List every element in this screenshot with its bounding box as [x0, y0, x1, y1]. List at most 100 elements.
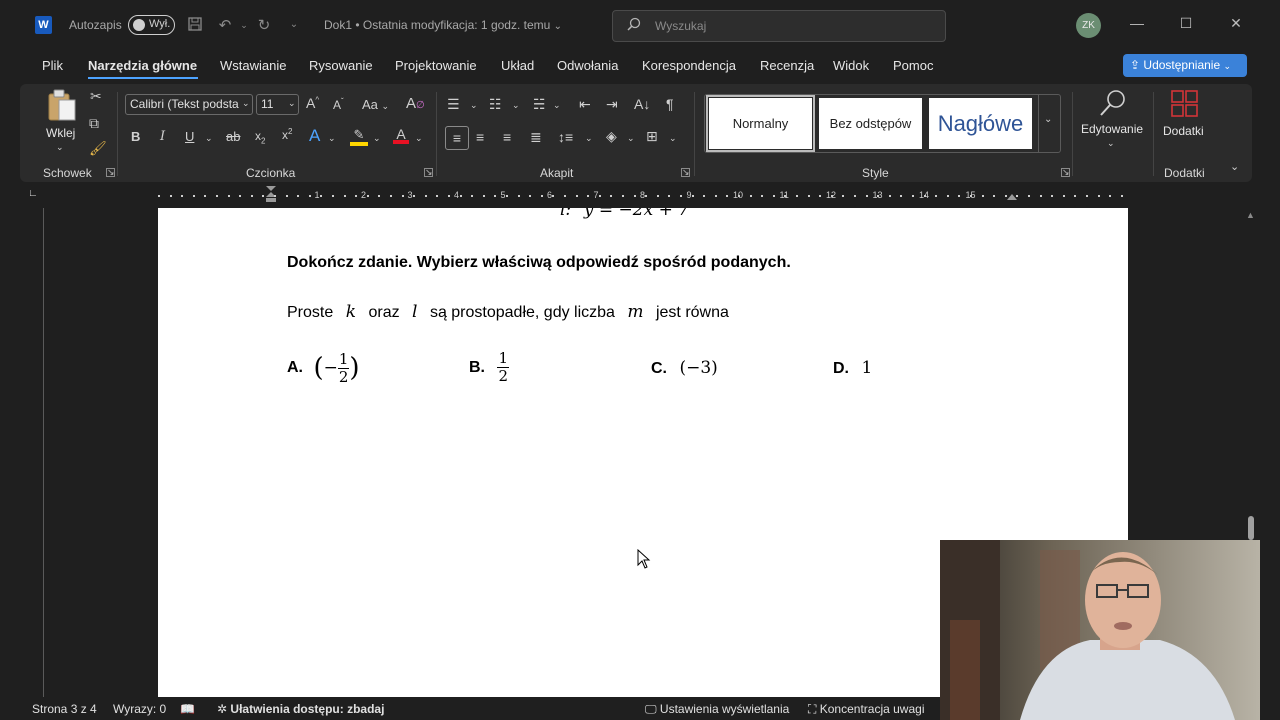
text-effects-icon[interactable]: A	[309, 126, 320, 146]
editing-label[interactable]: Edytowanie	[1081, 122, 1143, 136]
ruler-number: 1	[314, 190, 320, 200]
text-effects-dropdown-icon[interactable]: ⌄	[328, 133, 336, 144]
sort-icon[interactable]: A↓	[634, 96, 650, 112]
paste-icon[interactable]	[44, 88, 80, 125]
font-name-dropdown[interactable]: Calibri (Tekst podsta	[125, 94, 253, 115]
tab-draw[interactable]: Rysowanie	[309, 58, 373, 73]
underline-icon[interactable]: U	[185, 129, 194, 144]
tab-selector-icon[interactable]: ∟	[28, 188, 38, 199]
tab-file[interactable]: Plik	[42, 58, 63, 73]
underline-dropdown-icon[interactable]: ⌄	[205, 133, 213, 144]
close-icon[interactable]: ✕	[1226, 15, 1246, 32]
bullets-icon[interactable]: ☰	[447, 96, 460, 113]
highlight-dropdown-icon[interactable]: ⌄	[373, 133, 381, 144]
answer-d[interactable]: D. 1	[833, 348, 872, 388]
answer-a[interactable]: A. (− 1 2)	[287, 348, 360, 388]
vertical-scrollbar-thumb[interactable]	[1248, 516, 1254, 540]
tab-view[interactable]: Widok	[833, 58, 869, 73]
tab-design[interactable]: Projektowanie	[395, 58, 477, 73]
indent-marker-icon[interactable]	[265, 186, 277, 202]
display-settings[interactable]: 🖵 Ustawienia wyświetlania	[645, 702, 789, 717]
clear-formatting-icon[interactable]: A∅	[406, 95, 425, 112]
document-title[interactable]: Dok1 • Ostatnia modyfikacja: 1 godz. tem…	[324, 18, 562, 32]
paste-label[interactable]: Wklej	[46, 126, 75, 140]
tab-insert[interactable]: Wstawianie	[220, 58, 286, 73]
answer-c[interactable]: C. (−3)	[651, 348, 718, 388]
highlight-color-icon[interactable]: ✎	[350, 126, 368, 146]
search-box[interactable]: Wyszukaj	[612, 10, 946, 42]
tab-references[interactable]: Odwołania	[557, 58, 618, 73]
styles-launcher-icon[interactable]: ↘	[1061, 168, 1070, 177]
font-color-icon[interactable]: A	[393, 126, 409, 144]
style-normal[interactable]: Normalny	[706, 95, 815, 152]
cut-icon[interactable]: ✂	[90, 88, 102, 105]
editing-dropdown-icon[interactable]: ⌄	[1107, 138, 1115, 149]
paste-dropdown-icon[interactable]: ⌄	[56, 142, 64, 153]
styles-more-button[interactable]: ⌄	[1038, 94, 1061, 153]
copy-icon[interactable]: ⧉	[89, 115, 99, 132]
collapse-ribbon-icon[interactable]: ⌄	[1230, 160, 1239, 173]
tab-home[interactable]: Narzędzia główne	[88, 58, 197, 73]
page-count[interactable]: Strona 3 z 4	[32, 702, 97, 716]
numbering-dropdown-icon[interactable]: ⌄	[512, 100, 520, 111]
align-right-icon[interactable]: ≡	[503, 129, 511, 145]
save-icon[interactable]	[186, 16, 204, 36]
customize-toolbar-icon[interactable]: ⌄	[285, 19, 303, 30]
proofing-icon[interactable]: 📖	[180, 702, 195, 716]
decrease-indent-icon[interactable]: ⇤	[579, 96, 591, 113]
format-painter-icon[interactable]: 🖌	[89, 140, 107, 157]
style-no-spacing[interactable]: Bez odstępów	[819, 98, 922, 149]
tab-review[interactable]: Recenzja	[760, 58, 814, 73]
shading-dropdown-icon[interactable]: ⌄	[627, 133, 635, 144]
editing-icon[interactable]	[1096, 88, 1130, 121]
show-formatting-marks-icon[interactable]: ¶	[666, 96, 674, 112]
minimize-icon[interactable]: —	[1127, 15, 1147, 31]
bullets-dropdown-icon[interactable]: ⌄	[470, 100, 478, 111]
shrink-font-icon[interactable]: Aˇ	[333, 97, 344, 112]
italic-icon[interactable]: I	[160, 129, 165, 144]
font-color-dropdown-icon[interactable]: ⌄	[415, 133, 423, 144]
maximize-icon[interactable]: ☐	[1176, 15, 1196, 32]
multilevel-list-icon[interactable]: ☵	[533, 96, 546, 113]
ruler-tick	[529, 195, 532, 197]
addins-icon[interactable]	[1170, 89, 1200, 122]
change-case-icon[interactable]: Aa ⌄	[362, 97, 389, 112]
strikethrough-icon[interactable]: ab	[226, 129, 240, 144]
align-center-icon[interactable]: ≡	[476, 129, 484, 145]
undo-dropdown-icon[interactable]: ⌄	[235, 20, 253, 31]
tab-help[interactable]: Pomoc	[893, 58, 933, 73]
clipboard-launcher-icon[interactable]: ↘	[106, 168, 115, 177]
ruler-tick	[888, 195, 891, 197]
grow-font-icon[interactable]: A^	[306, 95, 319, 111]
increase-indent-icon[interactable]: ⇥	[606, 96, 618, 113]
line-spacing-icon[interactable]: ↕≡	[558, 129, 573, 145]
multilevel-dropdown-icon[interactable]: ⌄	[553, 100, 561, 111]
horizontal-ruler[interactable]: 123456789101112131415	[158, 186, 1128, 202]
accessibility-status[interactable]: ✲ Ułatwienia dostępu: zbadaj	[217, 702, 384, 716]
focus-mode[interactable]: ⛶ Koncentracja uwagi	[808, 702, 924, 717]
undo-icon[interactable]: ↶	[216, 16, 234, 34]
word-count[interactable]: Wyrazy: 0	[113, 702, 166, 716]
scroll-up-icon[interactable]: ▲	[1246, 210, 1255, 220]
font-launcher-icon[interactable]: ↘	[424, 168, 433, 177]
line-spacing-dropdown-icon[interactable]: ⌄	[585, 133, 593, 144]
justify-icon[interactable]: ≣	[530, 129, 542, 146]
shading-icon[interactable]: ◈	[606, 128, 617, 145]
borders-icon[interactable]: ⊞	[646, 128, 658, 145]
tab-layout[interactable]: Układ	[501, 58, 534, 73]
avatar[interactable]: ZK	[1076, 13, 1101, 38]
numbering-icon[interactable]: ☷	[489, 96, 502, 113]
align-left-icon[interactable]: ≡	[445, 126, 469, 150]
bold-icon[interactable]: B	[131, 129, 140, 144]
superscript-icon[interactable]: x2	[282, 127, 292, 142]
addins-label[interactable]: Dodatki	[1163, 124, 1204, 138]
tab-mailings[interactable]: Korespondencja	[642, 58, 736, 73]
paragraph-launcher-icon[interactable]: ↘	[681, 168, 690, 177]
style-heading[interactable]: Nagłówe	[929, 98, 1032, 149]
subscript-icon[interactable]: x2	[255, 129, 265, 145]
borders-dropdown-icon[interactable]: ⌄	[669, 133, 677, 144]
answer-b[interactable]: B. 12	[469, 348, 509, 388]
redo-icon[interactable]: ↻	[255, 16, 273, 34]
autosave-toggle[interactable]: Wył.	[128, 15, 175, 35]
share-button[interactable]: ⇪ Udostępnianie ⌄	[1123, 54, 1247, 77]
